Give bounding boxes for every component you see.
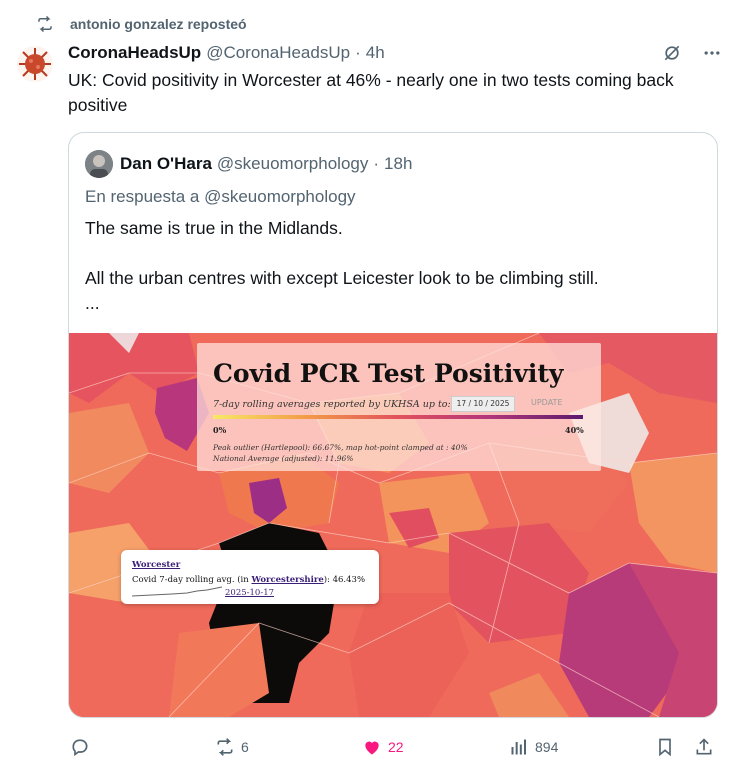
analytics-icon xyxy=(511,739,526,755)
positivity-map-image[interactable]: Covid PCR Test Positivity 7-day rolling … xyxy=(69,333,717,717)
quoted-tweet[interactable]: Dan O'Hara @skeuomorphology · 18h En res… xyxy=(68,132,718,718)
color-scale-bar xyxy=(213,415,583,419)
repost-icon xyxy=(38,15,52,33)
tooltip-county-link: Worcestershire xyxy=(251,575,324,585)
heart-filled-icon xyxy=(365,741,379,755)
view-count: 894 xyxy=(535,739,559,755)
quote-avatar[interactable] xyxy=(85,150,113,178)
share-button[interactable] xyxy=(694,734,720,760)
views-button[interactable]: 894 xyxy=(509,734,558,760)
timestamp[interactable]: 4h xyxy=(366,43,385,63)
author-handle[interactable]: @CoronaHeadsUp xyxy=(206,43,350,63)
tooltip-line-suffix: ): 46.43% xyxy=(323,575,366,585)
map-legend-panel: Covid PCR Test Positivity 7-day rolling … xyxy=(197,343,601,471)
bookmark-icon xyxy=(659,738,671,757)
quote-author-handle[interactable]: @skeuomorphology xyxy=(217,154,368,174)
national-average-note: National Average (adjusted): 11.96% xyxy=(213,454,354,463)
reply-context[interactable]: En respuesta a @skeuomorphology xyxy=(85,187,356,207)
quote-timestamp[interactable]: 18h xyxy=(384,154,412,174)
grok-icon[interactable] xyxy=(662,43,682,63)
like-button[interactable]: 22 xyxy=(362,734,404,760)
quote-author-name[interactable]: Dan O'Hara xyxy=(120,154,212,174)
reply-icon xyxy=(72,739,88,757)
more-options-icon[interactable] xyxy=(702,43,722,63)
peak-outlier-note: Peak outlier (Hartlepool): 66.67%, map h… xyxy=(213,443,468,452)
map-update-label: UPDATE xyxy=(531,398,563,407)
quote-text: The same is true in the Midlands. All th… xyxy=(85,218,599,313)
region-tooltip: Worcester Covid 7-day rolling avg. (in W… xyxy=(121,550,379,604)
map-date-field: 17 / 10 / 2025 xyxy=(451,396,515,412)
tooltip-date: 2025-10-17 xyxy=(225,588,275,598)
repost-button[interactable]: 6 xyxy=(215,734,249,760)
scale-max-label: 40% xyxy=(565,425,584,435)
reply-button[interactable] xyxy=(70,734,96,760)
map-title: Covid PCR Test Positivity xyxy=(213,359,564,388)
repost-count: 6 xyxy=(241,739,249,755)
separator-dot: · xyxy=(355,43,361,62)
tooltip-value-line: Covid 7-day rolling avg. (in Worcestersh… xyxy=(132,575,365,585)
tooltip-sparkline xyxy=(132,586,222,597)
author-name[interactable]: CoronaHeadsUp xyxy=(68,43,201,63)
like-count: 22 xyxy=(388,739,404,755)
map-subtitle: 7-day rolling averages reported by UKHSA… xyxy=(213,399,451,410)
scale-min-label: 0% xyxy=(213,425,227,435)
quote-header: Dan O'Hara @skeuomorphology · 18h xyxy=(85,148,412,180)
repost-label[interactable]: antonio gonzalez reposteó xyxy=(70,16,247,32)
tweet-action-bar: 6 22 894 xyxy=(70,734,720,760)
bookmark-button[interactable] xyxy=(655,734,681,760)
repost-indicator: antonio gonzalez reposteó xyxy=(36,12,247,36)
repost-action-icon xyxy=(217,738,233,756)
tweet-text: UK: Covid positivity in Worcester at 46%… xyxy=(68,70,674,115)
avatar[interactable] xyxy=(17,46,53,82)
tooltip-line-prefix: Covid 7-day rolling avg. (in xyxy=(132,575,252,585)
quote-separator-dot: · xyxy=(373,154,380,173)
share-icon xyxy=(696,738,712,755)
tooltip-region-name: Worcester xyxy=(132,560,181,570)
tweet-header: CoronaHeadsUp @CoronaHeadsUp · 4h xyxy=(68,41,722,65)
